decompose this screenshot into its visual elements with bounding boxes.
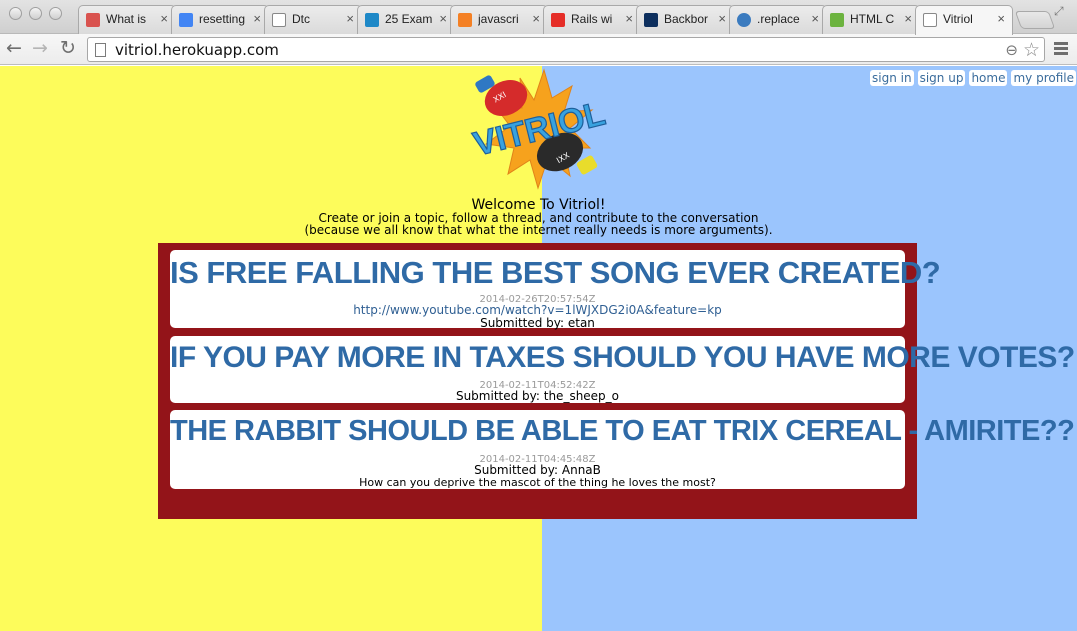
window-close-button[interactable]: [9, 7, 22, 20]
topic-submitted-by: Submitted by: the_sheep_o: [455, 389, 620, 403]
fullscreen-icon[interactable]: ⤢: [1054, 4, 1064, 19]
browser-tab[interactable]: Rails wi ×: [543, 5, 641, 34]
tab-favicon-icon: [737, 13, 751, 27]
tab-close-icon[interactable]: ×: [439, 11, 447, 26]
browser-tab[interactable]: .replace ×: [729, 5, 827, 34]
tab-favicon-icon: [644, 13, 658, 27]
browser-tab[interactable]: 25 Exam ×: [357, 5, 455, 34]
tab-close-icon[interactable]: ×: [160, 11, 168, 26]
tab-close-icon[interactable]: ×: [997, 11, 1005, 26]
tab-title: 25 Exam: [385, 12, 433, 26]
page-icon: [95, 43, 106, 57]
window-minimize-button[interactable]: [29, 7, 42, 20]
browser-tab-strip: What is × resetting × Dtc × 25 Exam × ja…: [0, 0, 1077, 35]
url-text[interactable]: vitriol.herokuapp.com: [115, 41, 279, 59]
tab-title: Rails wi: [571, 12, 613, 26]
browser-tab[interactable]: javascri ×: [450, 5, 548, 34]
bookmark-star-icon[interactable]: ☆: [1023, 39, 1040, 61]
topic-title[interactable]: THE RABBIT SHOULD BE ABLE TO EAT TRIX CE…: [170, 415, 1075, 448]
back-arrow-icon[interactable]: ←: [6, 37, 22, 59]
tab-favicon-icon: [830, 13, 844, 27]
tab-close-icon[interactable]: ×: [253, 11, 261, 26]
welcome-line-2: (because we all know that what the inter…: [304, 223, 773, 237]
tab-title: javascri: [478, 12, 519, 26]
browser-tab[interactable]: What is ×: [78, 5, 176, 34]
topic-title[interactable]: IS FREE FALLING THE BEST SONG EVER CREAT…: [170, 255, 941, 291]
tab-title: Dtc: [292, 12, 310, 26]
tab-favicon-icon: [272, 13, 286, 27]
tab-close-icon[interactable]: ×: [532, 11, 540, 26]
page-content: sign in sign up home my profile XXI IXX VIT…: [0, 66, 1077, 631]
topics-board: IS FREE FALLING THE BEST SONG EVER CREAT…: [158, 243, 1075, 519]
browser-tab[interactable]: Backbor ×: [636, 5, 734, 34]
tab-title: .replace: [757, 12, 800, 26]
tab-favicon-icon: [86, 13, 100, 27]
tab-title: resetting: [199, 12, 246, 26]
tab-favicon-icon: [458, 13, 472, 27]
browser-menu-icon[interactable]: [1054, 42, 1068, 57]
browser-tab[interactable]: Dtc ×: [264, 5, 362, 34]
tab-favicon-icon: [923, 13, 937, 27]
topic-submitted-by: Submitted by: AnnaB: [474, 463, 601, 477]
tab-title: Vitriol: [943, 12, 973, 26]
new-tab-button[interactable]: [1014, 11, 1056, 29]
tab-close-icon[interactable]: ×: [718, 11, 726, 26]
window-zoom-button[interactable]: [49, 7, 62, 20]
topic-card[interactable]: IF YOU PAY MORE IN TAXES SHOULD YOU HAVE…: [170, 336, 1075, 403]
tab-title: HTML C: [850, 12, 895, 26]
tab-title: What is: [106, 12, 147, 26]
topic-title[interactable]: IF YOU PAY MORE IN TAXES SHOULD YOU HAVE…: [170, 341, 1075, 375]
topic-link[interactable]: http://www.youtube.com/watch?v=1lWJXDG2i…: [170, 303, 905, 317]
home-link[interactable]: home: [969, 70, 1008, 86]
tab-close-icon[interactable]: ×: [346, 11, 354, 26]
address-bar[interactable]: vitriol.herokuapp.com ⊖ ☆: [87, 37, 1045, 62]
browser-toolbar: ← → ↻ vitriol.herokuapp.com ⊖ ☆: [0, 34, 1077, 65]
topic-submitted-by: Submitted by: etan: [480, 316, 595, 330]
topic-description: How can you deprive the mascot of the th…: [359, 476, 716, 489]
vitriol-logo[interactable]: XXI IXX VITRIOL: [460, 68, 620, 194]
tab-close-icon[interactable]: ×: [625, 11, 633, 26]
topic-card[interactable]: IS FREE FALLING THE BEST SONG EVER CREAT…: [170, 250, 941, 330]
tab-close-icon[interactable]: ×: [811, 11, 819, 26]
sign-up-link[interactable]: sign up: [917, 70, 966, 86]
topic-card[interactable]: THE RABBIT SHOULD BE ABLE TO EAT TRIX CE…: [170, 410, 1075, 489]
reload-icon[interactable]: ↻: [60, 37, 76, 59]
browser-tab-active[interactable]: Vitriol ×: [915, 5, 1013, 35]
tab-favicon-icon: [365, 13, 379, 27]
browser-tab[interactable]: HTML C ×: [822, 5, 920, 34]
sign-in-link[interactable]: sign in: [870, 70, 914, 86]
top-nav: sign in sign up home my profile: [866, 67, 1076, 86]
my-profile-link[interactable]: my profile: [1011, 70, 1076, 86]
zoom-icon[interactable]: ⊖: [1005, 41, 1018, 59]
tab-close-icon[interactable]: ×: [904, 11, 912, 26]
tab-favicon-icon: [551, 13, 565, 27]
tab-title: Backbor: [664, 12, 709, 26]
forward-arrow-icon[interactable]: →: [32, 37, 48, 59]
tab-favicon-icon: [179, 13, 193, 27]
browser-tab[interactable]: resetting ×: [171, 5, 269, 34]
